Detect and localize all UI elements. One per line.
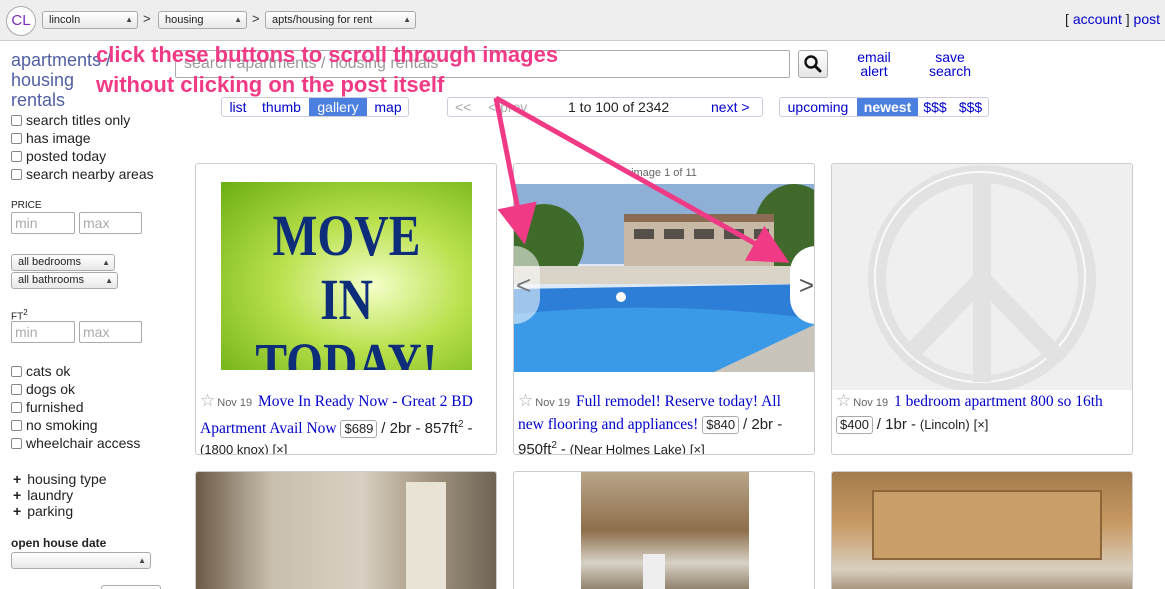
sort-price-desc[interactable]: $$$ xyxy=(954,98,987,116)
top-bar: CL lincoln ▲ > housing ▲ > apts/housing … xyxy=(0,0,1165,41)
hide-listing-button[interactable]: [×] xyxy=(974,417,989,432)
account-link[interactable]: account xyxy=(1073,11,1122,27)
account-links: [ account ] post xyxy=(1065,11,1160,27)
page-range: 1 to 100 of 2342 xyxy=(568,99,670,115)
category-select-label: housing xyxy=(165,14,204,26)
search-icon xyxy=(804,55,822,73)
sort-newest[interactable]: newest xyxy=(857,98,918,116)
chevron-down-icon: ▲ xyxy=(138,556,146,565)
cabinet-shape xyxy=(872,490,1102,560)
view-toggle: list thumb gallery map xyxy=(221,97,409,117)
category-select[interactable]: housing ▲ xyxy=(158,11,247,29)
dogs-ok-checkbox[interactable]: dogs ok xyxy=(11,381,75,397)
listing-image[interactable]: < > xyxy=(514,184,814,372)
favorite-star-icon[interactable]: ☆ xyxy=(200,391,215,410)
listing-location: (Lincoln) xyxy=(919,417,970,432)
sort-toggle: upcoming newest $$$ $$$ xyxy=(779,97,989,117)
pool-photo xyxy=(514,184,814,372)
listing-text: ☆ Nov 19 Move In Ready Now - Great 2 BD A… xyxy=(200,390,490,455)
filter-sidebar: apartments / housing rentals search titl… xyxy=(0,42,175,589)
listing-image[interactable]: MOVE IN TODAY! xyxy=(221,182,472,370)
listing-card[interactable]: image 1 of 11 < > ☆ Nov 19 Full remodel! … xyxy=(513,163,815,455)
listing-image[interactable] xyxy=(581,472,749,589)
chevron-down-icon: ▲ xyxy=(105,276,113,285)
posted-today-checkbox[interactable]: posted today xyxy=(11,148,106,164)
listing-card[interactable]: MOVE IN TODAY! ☆ Nov 19 Move In Ready Now … xyxy=(195,163,497,455)
price-min-input[interactable]: min xyxy=(11,212,75,234)
view-thumb-tab[interactable]: thumb xyxy=(255,98,308,116)
listing-price: $689 xyxy=(340,420,378,439)
listing-image[interactable] xyxy=(832,472,1132,589)
chevron-down-icon: ▲ xyxy=(234,15,242,24)
listing-image[interactable] xyxy=(196,472,496,589)
chevron-down-icon: ▲ xyxy=(125,15,133,24)
prev-page-button[interactable]: < prev xyxy=(488,98,527,116)
save-search-link[interactable]: save search xyxy=(924,50,976,78)
sqft-min-input[interactable]: min xyxy=(11,321,75,343)
listing-text: ☆ Nov 19 Full remodel! Reserve today! All… xyxy=(518,390,808,455)
image-counter: image 1 of 11 xyxy=(631,167,697,179)
move-in-banner-text: MOVE IN TODAY! xyxy=(255,203,438,371)
price-max-input[interactable]: max xyxy=(79,212,142,234)
chevron-down-icon: ▲ xyxy=(403,15,411,24)
image-next-button[interactable]: > xyxy=(790,246,814,324)
parking-expander[interactable]: + parking xyxy=(13,503,73,519)
listing-text: ☆ Nov 19 1 bedroom apartment 800 so 16th … xyxy=(836,391,1103,434)
sort-upcoming[interactable]: upcoming xyxy=(780,98,856,116)
cats-ok-checkbox[interactable]: cats ok xyxy=(11,363,70,379)
listing-card[interactable] xyxy=(513,471,815,589)
city-select-label: lincoln xyxy=(49,14,81,26)
placeholder-peace-icon xyxy=(868,165,1096,390)
craigslist-logo[interactable]: CL xyxy=(6,6,36,36)
listing-title-link[interactable]: 1 bedroom apartment 800 so 16th xyxy=(894,393,1103,410)
view-gallery-tab[interactable]: gallery xyxy=(309,98,367,116)
pagination: << < prev 1 to 100 of 2342 next > xyxy=(447,97,763,117)
annotation-text: click these buttons to scroll through im… xyxy=(96,42,559,97)
door-shape xyxy=(406,482,446,589)
view-list-tab[interactable]: list xyxy=(222,98,254,116)
first-page-button[interactable]: << xyxy=(455,98,471,116)
breadcrumb-separator: > xyxy=(143,11,151,26)
search-button[interactable] xyxy=(798,50,828,78)
subcategory-select-label: apts/housing for rent xyxy=(272,14,373,26)
laundry-expander[interactable]: + laundry xyxy=(13,487,73,503)
subcategory-select[interactable]: apts/housing for rent ▲ xyxy=(265,11,416,29)
breadcrumb-separator: > xyxy=(252,11,260,26)
listing-card[interactable]: ☆ Nov 19 1 bedroom apartment 800 so 16th … xyxy=(831,163,1133,455)
post-link[interactable]: post xyxy=(1134,11,1160,27)
favorite-star-icon[interactable]: ☆ xyxy=(836,391,851,410)
hide-listing-button[interactable]: [×] xyxy=(273,442,288,454)
listing-location: (1800 knox) xyxy=(200,442,269,455)
listing-location: (Near Holmes Lake) xyxy=(569,442,687,455)
next-page-button[interactable]: next > xyxy=(711,98,750,116)
housing-type-expander[interactable]: + housing type xyxy=(13,471,107,487)
sqft-max-input[interactable]: max xyxy=(79,321,142,343)
open-house-select[interactable]: ▲ xyxy=(11,552,151,569)
listing-price: $400 xyxy=(836,416,873,434)
bedrooms-select[interactable]: all bedrooms ▲ xyxy=(11,254,115,271)
view-map-tab[interactable]: map xyxy=(368,98,408,116)
hide-listing-button[interactable]: [×] xyxy=(690,442,705,454)
city-select[interactable]: lincoln ▲ xyxy=(42,11,138,29)
email-alert-link[interactable]: email alert xyxy=(850,50,898,78)
listing-card[interactable] xyxy=(195,471,497,589)
no-smoking-checkbox[interactable]: no smoking xyxy=(11,417,98,433)
price-label: PRICE xyxy=(11,200,42,211)
listing-price: $840 xyxy=(702,416,740,434)
furnished-checkbox[interactable]: furnished xyxy=(11,399,84,415)
chevron-down-icon: ▲ xyxy=(102,258,110,267)
search-nearby-checkbox[interactable]: search nearby areas xyxy=(11,166,154,182)
open-house-label: open house date xyxy=(11,536,107,550)
wheelchair-access-checkbox[interactable]: wheelchair access xyxy=(11,435,140,451)
bathrooms-select[interactable]: all bathrooms ▲ xyxy=(11,272,118,289)
listing-image[interactable] xyxy=(832,164,1132,390)
has-image-checkbox[interactable]: has image xyxy=(11,130,91,146)
fridge-shape xyxy=(643,554,665,589)
favorite-star-icon[interactable]: ☆ xyxy=(518,391,533,410)
sort-price-asc[interactable]: $$$ xyxy=(920,98,950,116)
search-titles-only-checkbox[interactable]: search titles only xyxy=(11,112,130,128)
sidebar-select-partial[interactable] xyxy=(101,585,161,589)
listing-card[interactable] xyxy=(831,471,1133,589)
